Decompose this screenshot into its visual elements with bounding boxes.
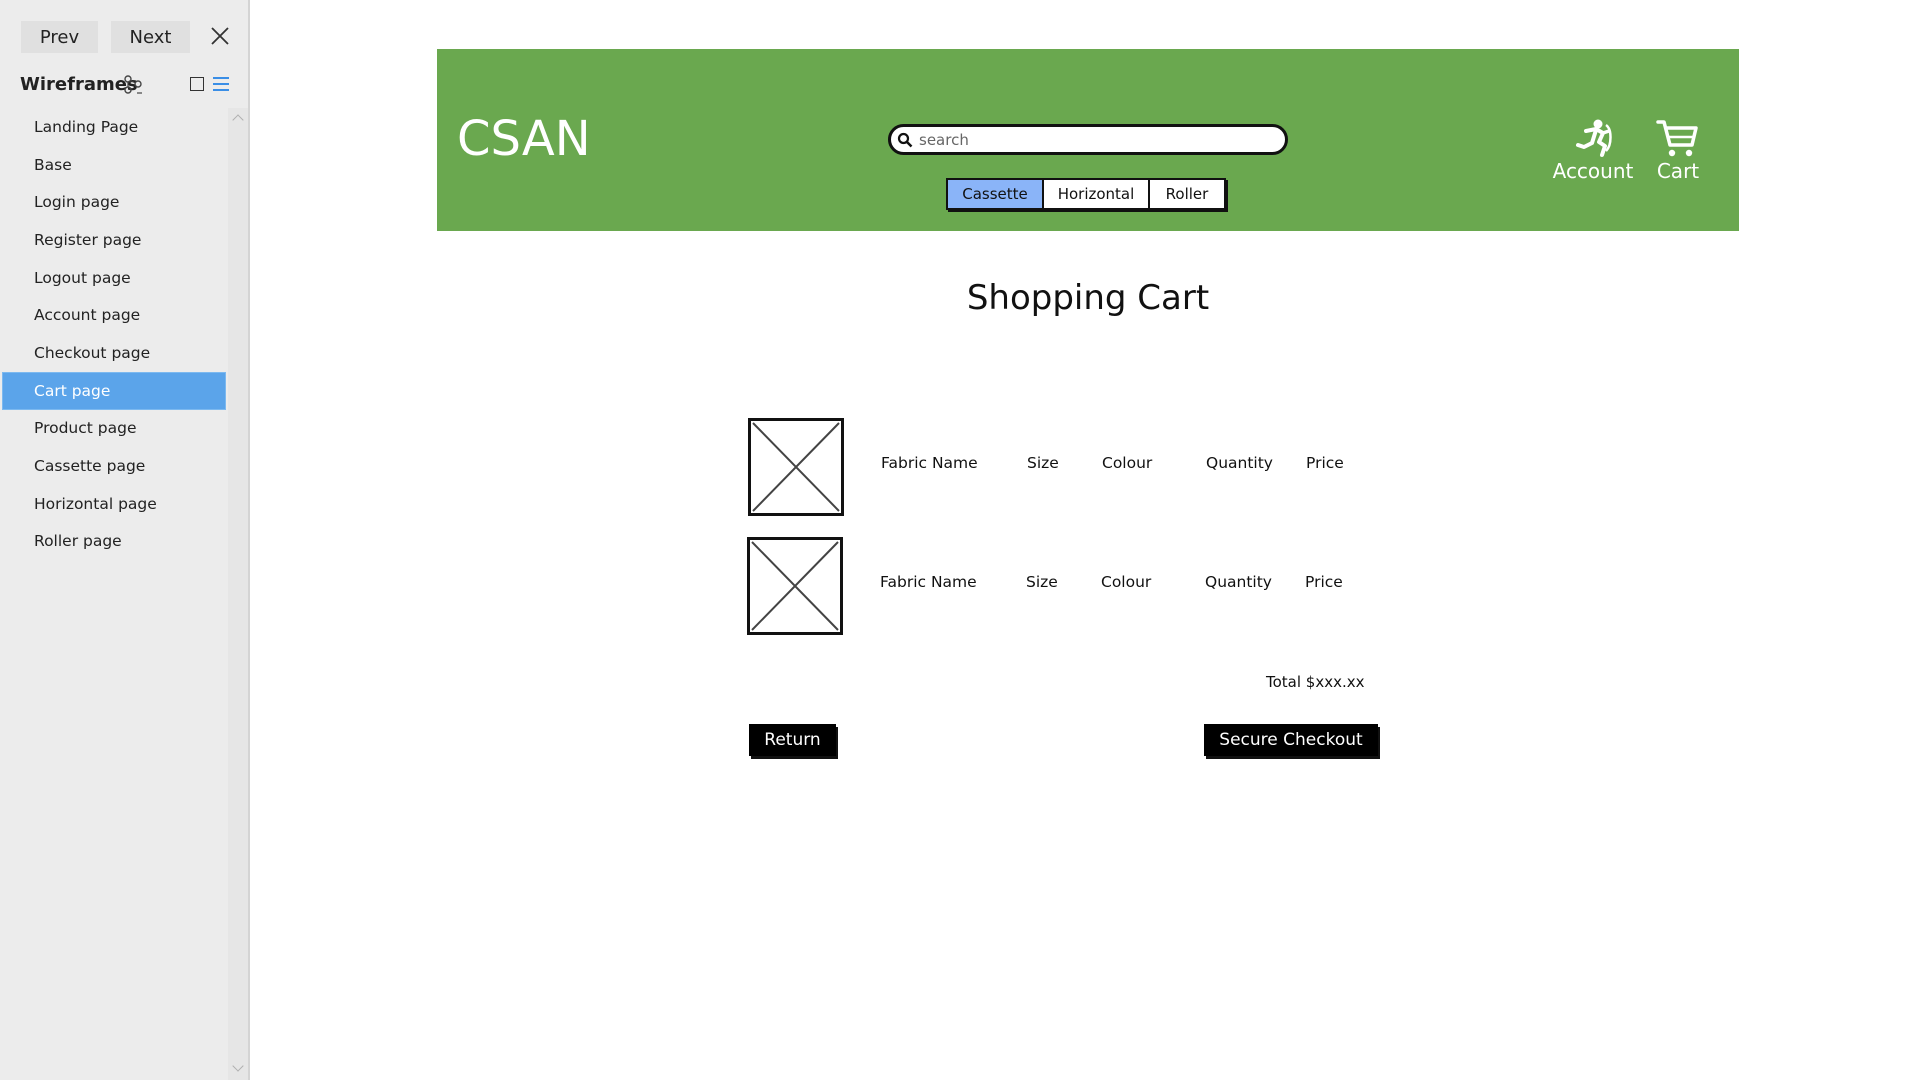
page-title: Shopping Cart [966, 278, 1210, 318]
tab-horizontal[interactable]: Horizontal [1044, 180, 1150, 208]
page-item-roller[interactable]: Roller page [0, 523, 226, 561]
category-tabs: Cassette Horizontal Roller [946, 178, 1226, 210]
search-box[interactable] [888, 124, 1288, 155]
return-button[interactable]: Return [749, 724, 836, 756]
size-cell: Size [1026, 573, 1058, 591]
colour-cell: Colour [1101, 573, 1152, 591]
product-image-placeholder [748, 418, 844, 516]
prev-button[interactable]: Prev [21, 21, 98, 53]
size-cell: Size [1027, 454, 1059, 472]
quantity-cell[interactable]: Quantity [1206, 454, 1273, 472]
secure-checkout-button[interactable]: Secure Checkout [1204, 724, 1378, 756]
account-icon [1576, 119, 1612, 157]
close-icon[interactable] [208, 24, 232, 48]
price-cell: Price [1306, 454, 1344, 472]
cart-label: Cart [1656, 159, 1700, 183]
cart-total: Total $xxx.xx [1266, 673, 1365, 691]
search-icon [897, 132, 913, 148]
tab-roller[interactable]: Roller [1150, 180, 1224, 208]
scroll-down-icon[interactable] [232, 1060, 244, 1072]
site-header: CSAN Cassette Horizontal Roller Account … [437, 49, 1739, 231]
page-item-logout[interactable]: Logout page [0, 259, 226, 297]
scroll-up-icon[interactable] [232, 114, 244, 126]
page-item-account[interactable]: Account page [0, 296, 226, 334]
site-logo[interactable]: CSAN [457, 111, 591, 167]
colour-cell: Colour [1102, 454, 1153, 472]
page-item-product[interactable]: Product page [0, 410, 226, 448]
search-input[interactable] [919, 129, 1279, 151]
tab-cassette[interactable]: Cassette [948, 180, 1044, 208]
page-item-landing[interactable]: Landing Page [0, 108, 226, 146]
fabric-name-cell: Fabric Name [880, 573, 977, 591]
next-button[interactable]: Next [111, 21, 190, 53]
page-item-cart[interactable]: Cart page [2, 371, 226, 410]
page-list: Landing Page Base Login page Register pa… [0, 108, 226, 560]
page-item-checkout[interactable]: Checkout page [0, 334, 226, 372]
cart-link[interactable]: Cart [1648, 117, 1708, 187]
page-item-register[interactable]: Register page [0, 221, 226, 259]
quantity-cell[interactable]: Quantity [1205, 573, 1272, 591]
page-item-login[interactable]: Login page [0, 183, 226, 221]
account-label: Account [1552, 159, 1634, 183]
cart-item-row: Fabric Name Size Colour Quantity Price [746, 418, 1366, 518]
price-cell: Price [1305, 573, 1343, 591]
page-item-cassette[interactable]: Cassette page [0, 447, 226, 485]
single-view-icon[interactable] [190, 77, 204, 91]
cart-item-row: Fabric Name Size Colour Quantity Price [746, 537, 1366, 637]
list-view-icon[interactable] [213, 77, 229, 93]
account-link[interactable]: Account [1548, 117, 1638, 187]
cart-icon [1656, 120, 1698, 157]
page-item-base[interactable]: Base [0, 146, 226, 184]
sitemap-icon[interactable] [122, 74, 144, 96]
sidebar-scrollbar[interactable] [228, 108, 248, 1080]
product-image-placeholder [747, 537, 843, 635]
fabric-name-cell: Fabric Name [881, 454, 978, 472]
wireframe-sidebar: Prev Next Wireframes Landing Page Base L… [0, 0, 250, 1080]
sidebar-title: Wireframes [20, 74, 138, 95]
page-item-horizontal[interactable]: Horizontal page [0, 485, 226, 523]
